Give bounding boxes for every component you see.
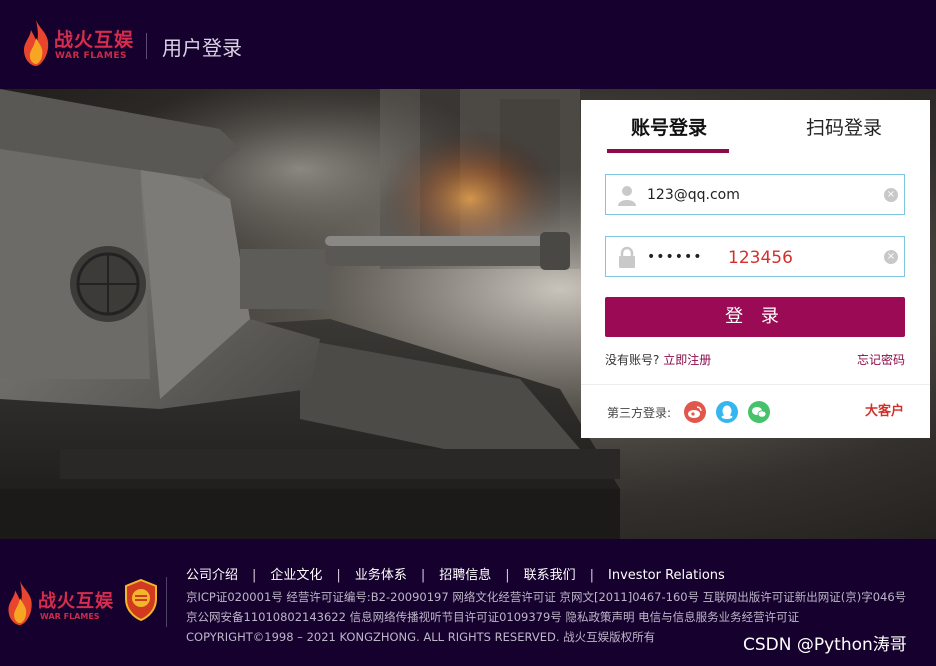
nav-separator: | (505, 568, 510, 583)
tab-qr-login[interactable]: 扫码登录 (806, 116, 882, 140)
police-emblem-icon[interactable] (124, 579, 158, 621)
footer-copyright: COPYRIGHT©1998 – 2021 KONGZHONG. ALL RIG… (186, 630, 656, 644)
register-prompt: 没有账号? 立即注册 (605, 352, 711, 368)
password-value[interactable]: •••••• (647, 247, 703, 267)
nav-separator: | (589, 568, 595, 583)
third-party-label: 第三方登录: (607, 406, 672, 420)
footer-link-contact[interactable]: 联系我们 (524, 568, 576, 583)
footer-link-investors[interactable]: Investor Relations (608, 568, 725, 583)
brand-logo[interactable]: 战火互娱 WAR FLAMES (20, 18, 140, 68)
csdn-watermark: CSDN @Python涛哥 (743, 635, 907, 655)
footer-link-culture[interactable]: 企业文化 (270, 568, 322, 583)
lock-icon (619, 246, 635, 268)
footer-brand-logo[interactable]: 战火互娱 WAR FLAMES (4, 579, 124, 629)
weibo-glyph-icon (688, 406, 702, 418)
footer-flame-logo-icon (8, 580, 32, 626)
footer-link-about[interactable]: 公司介绍 (186, 568, 238, 583)
nav-separator: | (336, 568, 341, 583)
no-account-text: 没有账号? (605, 353, 660, 367)
footer-link-business[interactable]: 业务体系 (355, 568, 407, 583)
footer-brand-name-en: WAR FLAMES (40, 612, 100, 621)
header-divider (146, 33, 147, 59)
page-title: 用户登录 (162, 36, 242, 60)
tab-account-login[interactable]: 账号登录 (631, 116, 707, 140)
brand-name-en: WAR FLAMES (55, 51, 127, 61)
password-field[interactable]: •••••• 123456 × (605, 236, 905, 277)
active-tab-indicator (607, 149, 729, 153)
qq-icon[interactable] (716, 401, 738, 423)
username-value[interactable]: 123@qq.com (647, 185, 740, 205)
nav-separator: | (420, 568, 426, 583)
register-link[interactable]: 立即注册 (663, 353, 711, 367)
wechat-glyph-icon (752, 407, 767, 418)
site-footer: 战火互娱 WAR FLAMES 公司介绍 | 企业文化 | 业务体系 | 招聘信息 | 联系我们… (0, 539, 936, 666)
forgot-password-link[interactable]: 忘记密码 (857, 352, 905, 368)
footer-license-line: 京ICP证020001号 经营许可证编号:B2-20090197 网络文化经营许… (186, 590, 907, 604)
panel-divider (581, 384, 930, 385)
username-field[interactable]: 123@qq.com × (605, 174, 905, 215)
brand-name-cn: 战火互娱 (54, 29, 135, 51)
site-header: 战火互娱 WAR FLAMES 用户登录 (0, 0, 936, 89)
login-button[interactable]: 登 录 (605, 297, 905, 337)
login-panel: 账号登录 扫码登录 123@qq.com × •••••• 123456 × 登… (581, 100, 930, 438)
vip-customer-link[interactable]: 大客户 (865, 404, 904, 420)
nav-separator: | (252, 568, 257, 583)
footer-security-line: 京公网安备11010802143622 信息网络传播视听节目许可证0109379… (186, 610, 800, 624)
user-icon (618, 186, 636, 206)
footer-brand-name-cn: 战火互娱 (38, 591, 114, 612)
wechat-icon[interactable] (748, 401, 770, 423)
footer-link-jobs[interactable]: 招聘信息 (439, 568, 491, 583)
password-annotation: 123456 (728, 248, 793, 268)
footer-divider (166, 577, 167, 627)
footer-nav: 公司介绍 | 企业文化 | 业务体系 | 招聘信息 | 联系我们 | Investor Relati… (186, 567, 725, 585)
clear-username-icon[interactable]: × (884, 188, 898, 202)
flame-logo-icon (24, 20, 49, 66)
clear-password-icon[interactable]: × (884, 250, 898, 264)
qq-glyph-icon (721, 405, 733, 419)
weibo-icon[interactable] (684, 401, 706, 423)
